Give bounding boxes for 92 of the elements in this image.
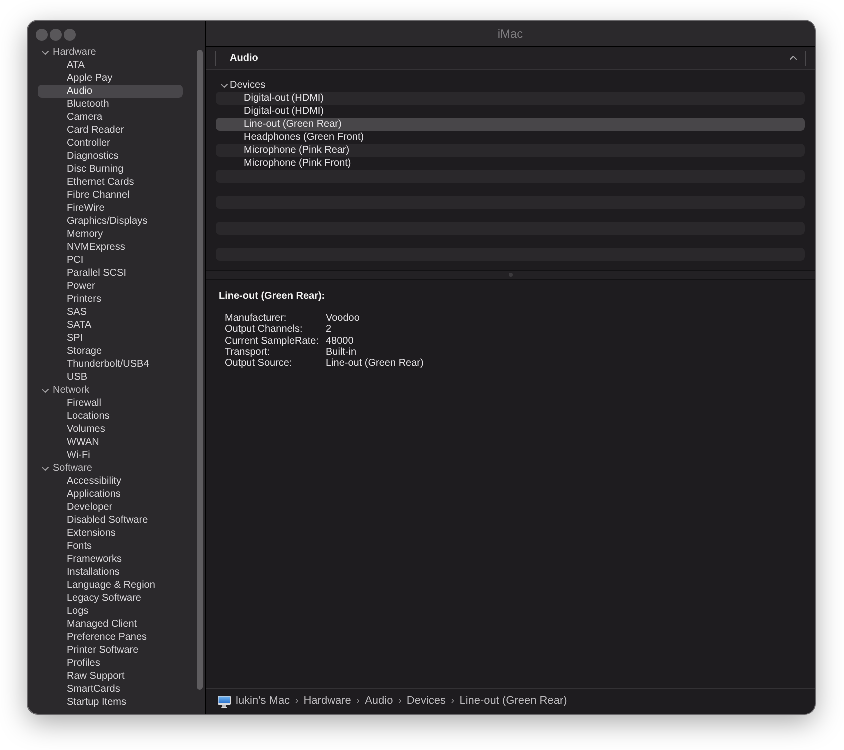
sidebar-item[interactable]: SPI	[38, 332, 183, 345]
sidebar-item[interactable]: Preference Panes	[38, 631, 183, 644]
chevron-down-icon[interactable]	[221, 84, 228, 88]
device-row[interactable]: Microphone (Pink Front)	[216, 157, 805, 170]
sidebar-item[interactable]: Volumes	[38, 423, 183, 436]
detail-key: Current SampleRate:	[225, 336, 326, 347]
sidebar-item[interactable]: Disabled Software	[38, 514, 183, 527]
sidebar-item[interactable]: Locations	[38, 410, 183, 423]
sidebar-item[interactable]: Language & Region	[38, 579, 183, 592]
sidebar-item[interactable]: Apple Pay	[38, 72, 183, 85]
sidebar-item[interactable]: Applications	[38, 488, 183, 501]
path-separator: ›	[356, 694, 360, 710]
sidebar-item[interactable]: Memory	[38, 228, 183, 241]
sidebar-item[interactable]: Parallel SCSI	[38, 267, 183, 280]
path-item[interactable]: Line-out (Green Rear)	[460, 693, 568, 710]
detail-value: Line-out (Green Rear)	[326, 358, 424, 370]
sidebar-item[interactable]: Accessibility	[38, 475, 183, 488]
sidebar-item[interactable]: Frameworks	[38, 553, 183, 566]
device-row[interactable]: Microphone (Pink Rear)	[216, 144, 805, 157]
sidebar-group-header[interactable]: Software	[38, 462, 183, 475]
sidebar-item[interactable]: SATA	[38, 319, 183, 332]
chevron-down-icon[interactable]	[42, 50, 49, 54]
sidebar-item[interactable]: NVMExpress	[38, 241, 183, 254]
path-separator: ›	[451, 694, 455, 710]
scrollbar-thumb[interactable]	[197, 50, 203, 690]
tree-group-label: Devices	[230, 79, 266, 92]
sidebar-item[interactable]: Startup Items	[38, 696, 183, 709]
sidebar-item[interactable]: ATA	[38, 59, 183, 72]
device-row[interactable]: Line-out (Green Rear)	[216, 118, 805, 131]
sidebar-item[interactable]: WWAN	[38, 436, 183, 449]
sidebar-item[interactable]: Controller	[38, 137, 183, 150]
sidebar-item[interactable]: Fibre Channel	[38, 189, 183, 202]
sidebar-item[interactable]: Audio	[38, 85, 183, 98]
detail-value: 48000	[326, 336, 355, 347]
detail-value: Voodoo	[326, 313, 361, 324]
detail-key: Manufacturer:	[225, 313, 326, 324]
sidebar-item[interactable]: Power	[38, 280, 183, 293]
sidebar-item[interactable]: USB	[38, 371, 183, 384]
device-row[interactable]: Digital-out (HDMI)	[216, 92, 805, 105]
sidebar-group-header[interactable]: Network	[38, 384, 183, 397]
detail-title: Line-out (Green Rear):	[219, 290, 326, 303]
sidebar-group-label: Hardware	[53, 46, 96, 59]
path-item[interactable]: lukin's Mac	[236, 693, 290, 710]
sidebar-item[interactable]: FireWire	[38, 202, 183, 215]
sidebar-item[interactable]: Ethernet Cards	[38, 176, 183, 189]
sidebar-item[interactable]: Wi-Fi	[38, 449, 183, 462]
sidebar-item[interactable]: Graphics/Displays	[38, 215, 183, 228]
sidebar-item[interactable]: Fonts	[38, 540, 183, 553]
sidebar-item[interactable]: Bluetooth	[38, 98, 183, 111]
sidebar-item[interactable]: SAS	[38, 306, 183, 319]
sidebar-group-label: Network	[53, 384, 90, 397]
tree-group-header[interactable]: Devices	[216, 79, 805, 92]
sidebar-item[interactable]: Printers	[38, 293, 183, 306]
chevron-down-icon[interactable]	[42, 466, 49, 470]
collapse-button[interactable]	[790, 56, 797, 60]
sidebar-item[interactable]: Camera	[38, 111, 183, 124]
section-title: Audio	[230, 52, 258, 66]
sidebar-item[interactable]: Managed Client	[38, 618, 183, 631]
sidebar-item[interactable]: Installations	[38, 566, 183, 579]
sidebar-item[interactable]: Diagnostics	[38, 150, 183, 163]
device-row[interactable]: Headphones (Green Front)	[216, 131, 805, 144]
sidebar-item[interactable]: Legacy Software	[38, 592, 183, 605]
detail-key: Transport:	[225, 346, 326, 358]
detail-value: 2	[326, 324, 333, 336]
detail-key: Output Channels:	[225, 324, 326, 336]
sidebar-item[interactable]: Card Reader	[38, 124, 183, 137]
sidebar-item[interactable]: Printer Software	[38, 644, 183, 657]
device-row[interactable]: Digital-out (HDMI)	[216, 105, 805, 118]
window-title: iMac	[498, 26, 524, 42]
path-item[interactable]: Audio	[365, 693, 394, 710]
sidebar-item[interactable]: Thunderbolt/USB4	[38, 358, 183, 371]
sidebar-item[interactable]: Disc Burning	[38, 163, 183, 176]
sidebar-item[interactable]: Storage	[38, 345, 183, 358]
path-item[interactable]: Devices	[406, 693, 446, 710]
sidebar-item[interactable]: Firewall	[38, 397, 183, 410]
detail-key: Output Source:	[225, 358, 326, 370]
sidebar-item[interactable]: PCI	[38, 254, 183, 267]
sidebar-group-header[interactable]: Hardware	[38, 46, 183, 59]
path-separator: ›	[398, 694, 402, 710]
chevron-up-icon	[790, 56, 797, 60]
sidebar-item[interactable]: Developer	[38, 501, 183, 514]
sidebar-item[interactable]: Raw Support	[38, 670, 183, 683]
sidebar-item[interactable]: Profiles	[38, 657, 183, 670]
chevron-down-icon[interactable]	[42, 388, 49, 392]
detail-value: Built-in	[326, 346, 358, 358]
sidebar-item[interactable]: SmartCards	[38, 683, 183, 696]
sidebar-item[interactable]: Logs	[38, 605, 183, 618]
computer-icon	[218, 696, 231, 708]
sidebar-group-label: Software	[53, 462, 92, 475]
path-item[interactable]: Hardware	[304, 693, 352, 710]
path-separator: ›	[295, 694, 299, 710]
sidebar-item[interactable]: Extensions	[38, 527, 183, 540]
